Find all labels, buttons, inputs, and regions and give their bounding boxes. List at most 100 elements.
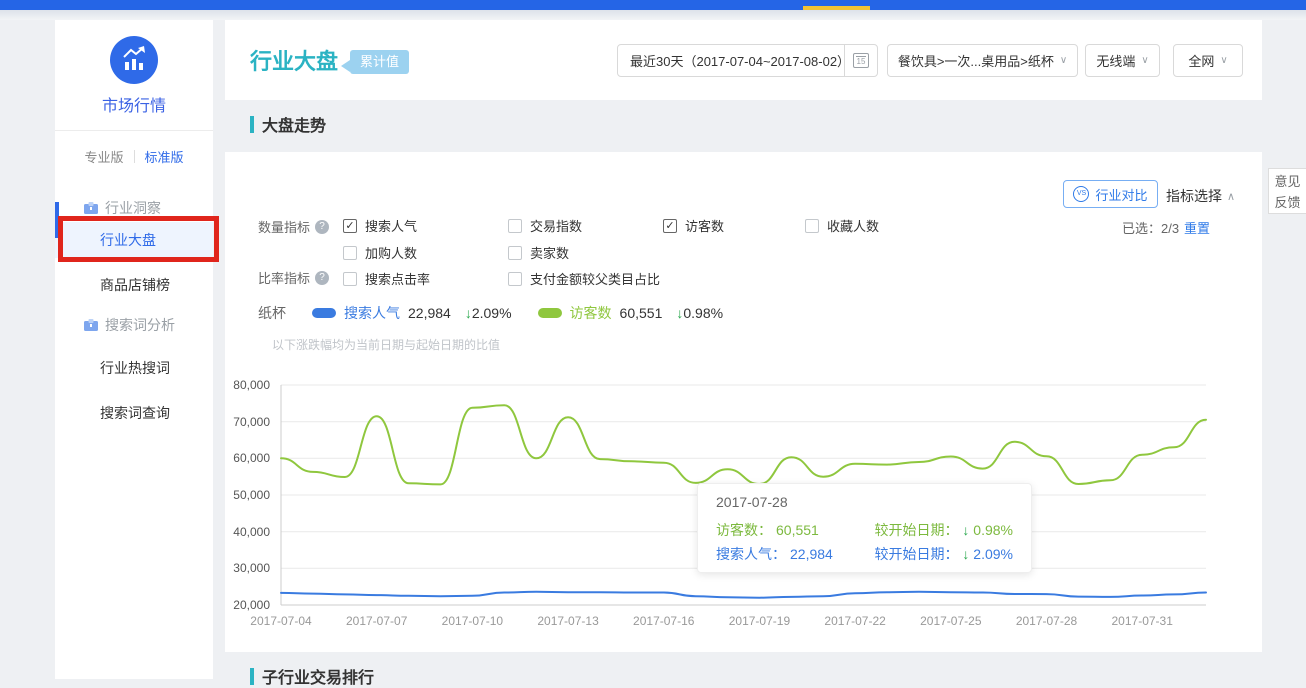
app-title: 市场行情 [55, 92, 213, 116]
checkbox[interactable] [343, 272, 357, 286]
tab-divider [134, 150, 135, 163]
y-axis-label: 40,000 [225, 525, 270, 539]
x-axis-label: 2017-07-25 [906, 614, 996, 628]
down-arrow-icon: ↓ [962, 546, 969, 562]
legend-series-change: 2.09% [472, 305, 512, 321]
checkbox-favorite-count[interactable]: 收藏人数 [805, 216, 879, 235]
date-range-value[interactable]: 最近30天（2017-07-04~2017-08-02） [618, 51, 844, 70]
vs-icon: VS [1073, 186, 1089, 202]
calendar-button[interactable]: 15 [844, 45, 877, 76]
legend-series-value: 22,984 [408, 305, 451, 321]
sidebar-item-label: 搜索词查询 [100, 405, 170, 421]
y-axis: 20,00030,00040,00050,00060,00070,00080,0… [225, 383, 270, 609]
checkbox[interactable]: ✓ [343, 219, 357, 233]
checkbox-seller-count[interactable]: 卖家数 [508, 243, 569, 262]
help-icon[interactable]: ? [315, 220, 329, 234]
feedback-button[interactable]: 意见 反馈 [1268, 168, 1306, 214]
y-axis-label: 70,000 [225, 415, 270, 429]
market-trend-panel: VS 行业对比 指标选择 ∧ 数量指标 ? ✓ 搜索人气 交易指数 ✓ 访客数 … [225, 152, 1262, 652]
market-chart-icon [110, 36, 158, 84]
y-axis-label: 20,000 [225, 598, 270, 612]
help-icon[interactable]: ? [315, 271, 329, 285]
tooltip-row-visitor: 访客数：60,551 较开始日期： ↓ 0.98% [716, 518, 1013, 542]
sidebar-item-product-shop-rank[interactable]: 商品店铺榜 [55, 267, 213, 303]
tooltip-row-search: 搜索人气：22,984 较开始日期： ↓ 2.09% [716, 542, 1013, 566]
sidebar-item-label: 行业洞察 [105, 198, 161, 218]
x-axis-label: 2017-07-13 [523, 614, 613, 628]
chart-note: 以下涨跌幅均为当前日期与起始日期的比值 [272, 336, 500, 353]
reset-button[interactable]: 重置 [1184, 218, 1210, 237]
category-dropdown[interactable]: 餐饮具>一次...桌用品>纸杯 ∨ [887, 44, 1078, 77]
x-axis-label: 2017-07-04 [236, 614, 326, 628]
checkbox-search-popularity[interactable]: ✓ 搜索人气 [343, 216, 417, 235]
industry-compare-button[interactable]: VS 行业对比 [1063, 180, 1158, 208]
section-title-subindustry-rank: 子行业交易排行 [250, 664, 374, 688]
down-arrow-icon: ↓ [962, 522, 969, 538]
sidebar-item-industry-insight[interactable]: 行业洞察 [55, 198, 213, 218]
visitor-count-series-marker[interactable] [538, 308, 562, 318]
y-axis-label: 50,000 [225, 488, 270, 502]
chevron-down-icon: ∨ [1220, 55, 1227, 66]
top-bar [0, 0, 1306, 10]
section-title-bar [250, 668, 254, 685]
checkbox[interactable] [343, 246, 357, 260]
sidebar: 市场行情 专业版 标准版 行业洞察 行业大盘 商品店铺榜 搜索词分析 行业热搜词… [55, 20, 213, 679]
version-tabs: 专业版 标准版 [55, 145, 213, 167]
page-header: 行业大盘 累计值 最近30天（2017-07-04~2017-08-02） 15… [225, 20, 1262, 100]
chevron-up-icon: ∧ [1227, 190, 1235, 203]
y-axis-label: 30,000 [225, 561, 270, 575]
terminal-dropdown[interactable]: 无线端 ∨ [1085, 44, 1160, 77]
chevron-down-icon: ∨ [1141, 55, 1148, 66]
search-term-analysis-icon [84, 319, 98, 332]
search-popularity-series-marker[interactable] [312, 308, 336, 318]
x-axis-label: 2017-07-28 [1002, 614, 1092, 628]
sidebar-item-label: 搜索词分析 [105, 315, 175, 335]
checkbox-transaction-index[interactable]: 交易指数 [508, 216, 582, 235]
ratio-indicator-label: 比率指标 ? [258, 268, 329, 287]
checkbox[interactable] [508, 219, 522, 233]
top-strip [0, 10, 1306, 20]
sidebar-item-label: 行业热搜词 [100, 360, 170, 376]
checkbox-search-ctr[interactable]: 搜索点击率 [343, 269, 430, 288]
checkbox[interactable] [805, 219, 819, 233]
cumulative-value-badge: 累计值 [350, 50, 409, 74]
sidebar-item-industry-market[interactable]: 行业大盘 [55, 222, 213, 258]
checkbox-visitor-count[interactable]: ✓ 访客数 [663, 216, 724, 235]
quantity-indicator-label: 数量指标 ? [258, 217, 329, 236]
sidebar-item-industry-hot-search[interactable]: 行业热搜词 [55, 350, 213, 386]
legend-series-name[interactable]: 访客数 [570, 303, 612, 323]
sidebar-item-search-term-query[interactable]: 搜索词查询 [55, 395, 213, 431]
sidebar-item-label: 商品店铺榜 [100, 277, 170, 293]
sidebar-item-search-term-analysis[interactable]: 搜索词分析 [55, 315, 213, 335]
x-axis-label: 2017-07-07 [332, 614, 422, 628]
checkbox[interactable] [508, 272, 522, 286]
chart-legend: 纸杯 搜索人气 22,984 ↓ 2.09% 访客数 60,551 ↓ 0.98… [258, 303, 723, 323]
legend-series-name[interactable]: 搜索人气 [344, 303, 400, 323]
x-axis-label: 2017-07-22 [810, 614, 900, 628]
section-title-bar [250, 116, 254, 133]
x-axis-label: 2017-07-10 [427, 614, 517, 628]
checkbox-cart-add-count[interactable]: 加购人数 [343, 243, 417, 262]
checkbox[interactable]: ✓ [663, 219, 677, 233]
chevron-down-icon: ∨ [1060, 55, 1067, 66]
indicator-select-toggle[interactable]: 指标选择 ∧ [1166, 186, 1235, 206]
scope-dropdown[interactable]: 全网 ∨ [1173, 44, 1243, 77]
x-axis-label: 2017-07-31 [1097, 614, 1187, 628]
legend-category: 纸杯 [258, 303, 286, 323]
tab-standard[interactable]: 标准版 [145, 147, 184, 166]
checkbox[interactable] [508, 246, 522, 260]
down-arrow-icon: ↓ [465, 305, 472, 321]
y-axis-label: 60,000 [225, 451, 270, 465]
tooltip-date: 2017-07-28 [716, 494, 1013, 510]
active-nav-indicator [55, 202, 59, 238]
scope-value: 全网 [1188, 51, 1214, 70]
calendar-icon: 15 [853, 53, 869, 68]
x-axis: 2017-07-042017-07-072017-07-102017-07-13… [277, 614, 1210, 634]
x-axis-label: 2017-07-16 [619, 614, 709, 628]
date-range-picker[interactable]: 最近30天（2017-07-04~2017-08-02） 15 [617, 44, 878, 77]
terminal-value: 无线端 [1096, 51, 1135, 70]
sidebar-item-label: 行业大盘 [100, 232, 156, 248]
tab-professional[interactable]: 专业版 [84, 147, 123, 166]
divider [55, 130, 213, 131]
checkbox-payment-ratio[interactable]: 支付金额较父类目占比 [508, 269, 660, 288]
